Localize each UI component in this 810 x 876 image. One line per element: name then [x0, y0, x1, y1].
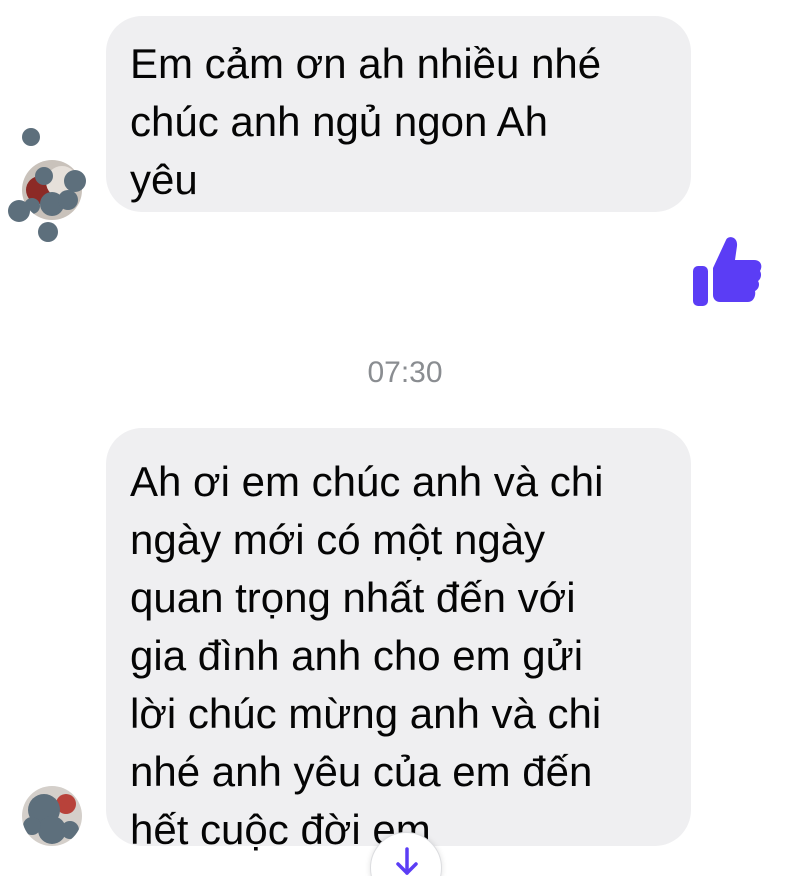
censor-dot	[64, 170, 86, 192]
censor-dot	[22, 128, 40, 146]
message-timestamp: 07:30	[367, 356, 443, 389]
censor-dot	[8, 200, 30, 222]
arrow-down-icon	[396, 847, 418, 875]
censor-dot	[38, 222, 58, 242]
contact-avatar[interactable]	[22, 786, 82, 846]
chat-thread: Em cảm ơn ah nhiều nhé chúc anh ngủ ngon…	[0, 0, 810, 876]
like-icon[interactable]	[692, 234, 762, 308]
incoming-message-bubble[interactable]: Ah ơi em chúc anh và chi ngày mới có một…	[106, 428, 691, 853]
incoming-message-bubble[interactable]: Em cảm ơn ah nhiều nhé chúc anh ngủ ngon…	[106, 16, 691, 212]
